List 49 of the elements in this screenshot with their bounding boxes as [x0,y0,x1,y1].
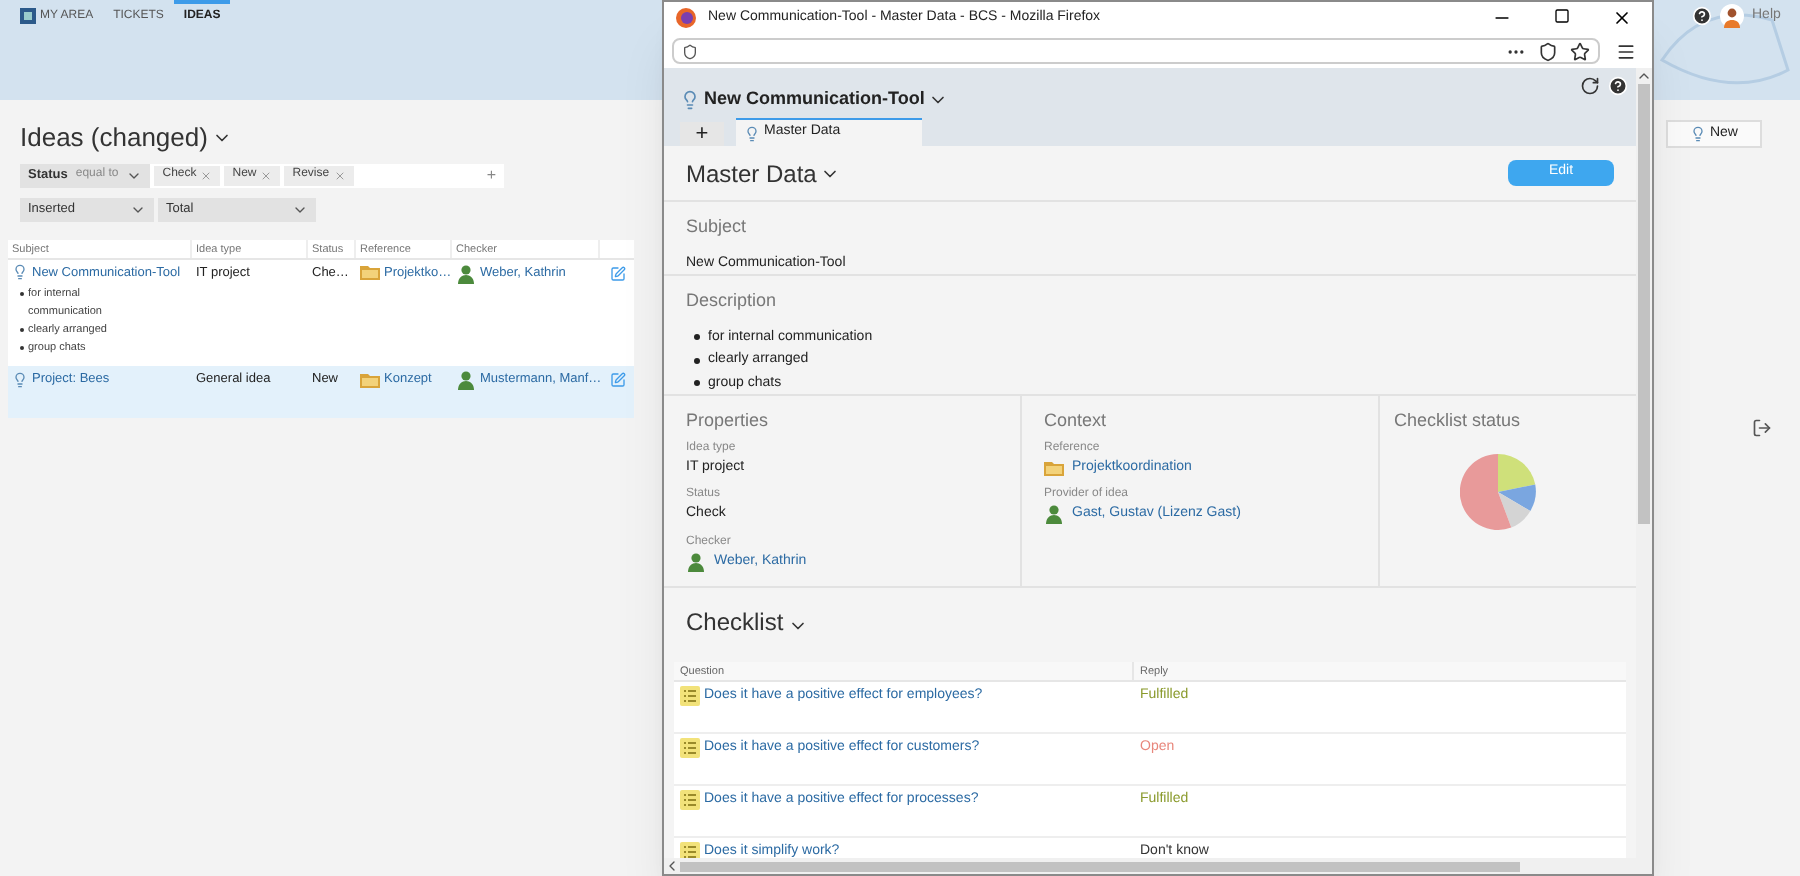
logout-icon[interactable] [1752,418,1772,438]
bulb-icon [12,372,28,389]
edit-icon[interactable] [610,372,626,389]
person-icon [686,551,706,572]
person-icon [456,370,476,391]
edit-icon[interactable] [610,265,626,281]
add-tab-button[interactable]: + [680,122,724,146]
pie-chart-drawing [1460,453,1536,529]
section-title: Master Data [686,157,817,191]
checklist-icon [680,738,700,758]
person-icon [1044,504,1064,525]
help-icon[interactable] [1608,76,1628,96]
page-title: Ideas (changed) [20,120,208,156]
bulb-icon [1689,126,1706,142]
section-heading: Description [686,288,779,314]
folder-icon [1044,459,1064,476]
folder-icon [360,372,380,389]
bulb-icon [744,125,760,141]
bulb-icon [12,264,28,281]
browser-logo-icon [676,8,696,28]
refresh-icon[interactable] [1580,76,1600,96]
checklist-icon [680,842,700,858]
menu-icon[interactable] [1616,41,1636,61]
home-icon [20,8,36,24]
folder-icon [360,264,380,281]
help-icon[interactable] [1692,6,1712,26]
section-title: Checklist [686,606,784,640]
scroll-left-icon[interactable] [664,858,680,874]
avatar-icon[interactable] [1720,4,1744,28]
section-heading: Properties [686,408,771,434]
checklist-icon [680,686,700,706]
bulb-icon [680,89,700,110]
record-title: New Communication-Tool [704,86,925,112]
bullet-icon [694,357,700,364]
maximize-icon[interactable] [1554,8,1570,24]
checklist-icon [680,790,700,810]
section-heading: Context [1044,408,1109,434]
vertical-scrollbar[interactable] [1636,68,1652,874]
section-heading: Subject [686,214,749,240]
person-icon [456,263,476,283]
section-heading: Checklist status [1394,408,1523,434]
bookmark-icon[interactable] [1570,41,1590,61]
scroll-up-icon[interactable] [1636,68,1652,84]
add-filter-button[interactable]: + [486,163,496,187]
bullet-icon [694,334,700,341]
horizontal-scrollbar[interactable] [664,858,1636,874]
bullet-icon [694,380,700,387]
shield-icon[interactable] [682,43,698,59]
close-icon[interactable] [1612,8,1632,28]
